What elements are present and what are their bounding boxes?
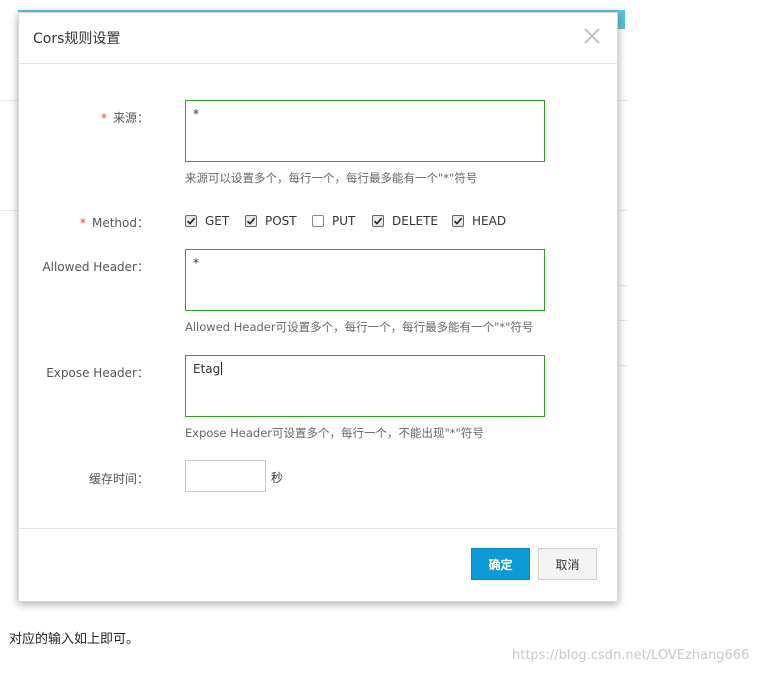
required-mark: * xyxy=(100,111,107,125)
allowed-header-label: Allowed Header： xyxy=(42,260,149,274)
method-put-checkbox[interactable]: PUT xyxy=(312,213,355,229)
article-caption: 对应的输入如上即可。 xyxy=(9,632,140,647)
close-icon[interactable] xyxy=(582,26,602,46)
expose-header-help-text: Expose Header可设置多个，每行一个，不能出现"*"符号 xyxy=(185,426,484,440)
cors-rule-dialog: Cors规则设置 * 来源： * 来源可以设置多个，每行一个，每行最多能有一个"*… xyxy=(18,12,618,602)
cache-time-input[interactable] xyxy=(185,460,266,492)
allowed-header-textarea[interactable]: * xyxy=(185,249,545,311)
method-delete-checkbox[interactable]: DELETE xyxy=(372,213,438,229)
method-head-checkbox[interactable]: HEAD xyxy=(452,213,506,229)
dialog-title: Cors规则设置 xyxy=(33,31,121,47)
dialog-footer-divider xyxy=(19,528,617,529)
background-divider xyxy=(0,100,18,101)
cache-time-unit: 秒 xyxy=(271,471,284,485)
expose-header-textarea[interactable]: Etag xyxy=(185,355,545,417)
origin-help-text: 来源可以设置多个，每行一个，每行最多能有一个"*"符号 xyxy=(185,171,478,185)
text-cursor xyxy=(221,362,223,375)
allowed-header-help-text: Allowed Header可设置多个，每行一个，每行最多能有一个"*"符号 xyxy=(185,320,534,334)
cache-time-label: 缓存时间： xyxy=(88,472,149,486)
background-divider xyxy=(0,210,18,211)
method-get-checkbox[interactable]: GET xyxy=(185,213,229,229)
checkbox-icon xyxy=(185,215,197,227)
origin-textarea[interactable]: * xyxy=(185,100,545,162)
cancel-button[interactable]: 取消 xyxy=(538,548,597,580)
method-post-checkbox[interactable]: POST xyxy=(245,213,297,229)
required-mark: * xyxy=(79,216,86,230)
expose-header-label: Expose Header： xyxy=(46,366,149,380)
checkbox-icon xyxy=(312,215,324,227)
origin-label: * 来源： xyxy=(100,111,149,125)
checkbox-icon xyxy=(452,215,464,227)
watermark: https://blog.csdn.net/LOVEzhang666 xyxy=(512,648,750,663)
dialog-header: Cors规则设置 xyxy=(19,13,617,64)
checkbox-icon xyxy=(245,215,257,227)
checkbox-icon xyxy=(372,215,384,227)
method-label: * Method： xyxy=(79,216,149,230)
confirm-button[interactable]: 确定 xyxy=(471,548,530,580)
